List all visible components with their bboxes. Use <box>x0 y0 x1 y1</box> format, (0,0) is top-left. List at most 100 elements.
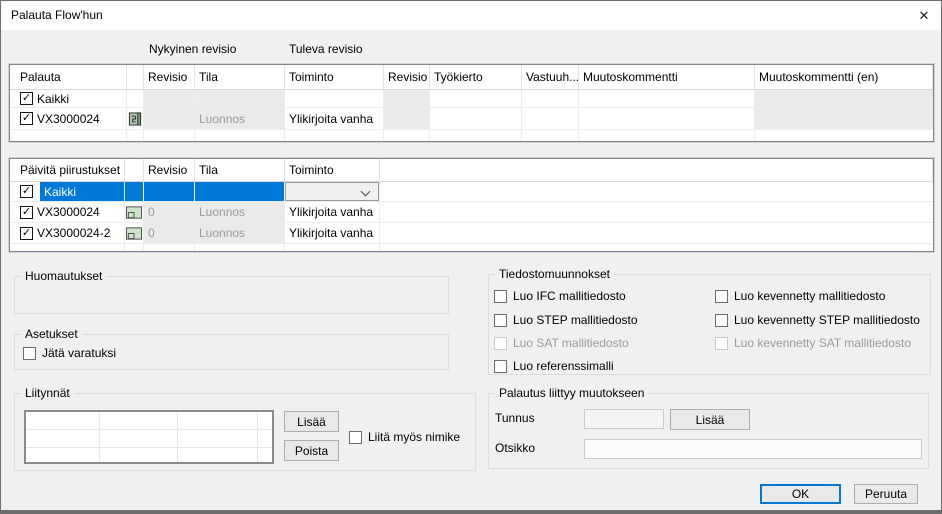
toiminto-cell[interactable]: Ylikirjoita vanha <box>285 202 380 222</box>
column-header-paivita[interactable]: Päivitä piirustukset <box>10 159 125 181</box>
otsikko-field[interactable] <box>584 439 922 459</box>
luo-kevennetty-sat-checkbox-row: Luo kevennetty SAT mallitiedosto <box>715 336 911 350</box>
luo-sat-checkbox <box>494 337 507 350</box>
column-header-filler <box>380 159 933 181</box>
column-header-muutoskommentti-en[interactable]: Muutoskommentti (en) <box>755 65 933 89</box>
column-header-revisio2[interactable]: Revisio <box>384 65 430 89</box>
luo-ifc-checkbox[interactable] <box>494 290 507 303</box>
table-row[interactable]: ✓ VX3000024-2 0 Luonnos Ylikirjoita vanh… <box>10 223 933 244</box>
drawing-icon <box>125 223 144 243</box>
palauta-table: Palauta Revisio Tila Toiminto Revisio Ty… <box>9 64 934 142</box>
column-header-palauta[interactable]: Palauta <box>10 65 127 89</box>
luo-ifc-checkbox-row[interactable]: Luo IFC mallitiedosto <box>494 289 626 303</box>
table-row-selected[interactable]: ✓ Kaikki <box>10 182 933 202</box>
empty-cell <box>195 130 285 141</box>
column-header-revisio[interactable]: Revisio <box>144 65 195 89</box>
ok-button[interactable]: OK <box>760 484 841 504</box>
luo-step-label: Luo STEP mallitiedosto <box>513 313 638 327</box>
luo-referenssimalli-label: Luo referenssimalli <box>513 359 614 373</box>
filler-cell <box>380 182 933 201</box>
luo-kevennetty-checkbox[interactable] <box>715 290 728 303</box>
current-revision-label: Nykyinen revisio <box>149 42 236 56</box>
dialog-title: Palauta Flow'hun <box>11 1 103 30</box>
table-row[interactable]: ✓ Kaikki <box>10 90 933 108</box>
toiminto-cell[interactable]: Ylikirjoita vanha <box>285 223 380 243</box>
tiedostomuunnokset-group: Tiedostomuunnokset Luo IFC mallitiedosto… <box>488 274 931 375</box>
column-header-tila[interactable]: Tila <box>195 159 285 181</box>
column-header-icon[interactable] <box>127 65 144 89</box>
column-header-toiminto[interactable]: Toiminto <box>285 159 380 181</box>
liita-myos-nimike-checkbox[interactable] <box>349 431 362 444</box>
asetukset-label: Asetukset <box>21 327 82 341</box>
toiminto-dropdown[interactable] <box>285 182 379 201</box>
row-name-cell: ✓ VX3000024 <box>10 108 127 129</box>
column-header-vastuuhenkilo[interactable]: Vastuuh... <box>522 65 579 89</box>
huomautukset-label: Huomautukset <box>21 269 106 283</box>
row-checkbox[interactable]: ✓ <box>20 227 33 240</box>
liita-myos-nimike-checkbox-row[interactable]: Liitä myös nimike <box>349 430 460 444</box>
toiminto-cell[interactable]: Ylikirjoita vanha <box>285 108 384 129</box>
jata-varatuksi-checkbox[interactable] <box>23 347 36 360</box>
luo-step-checkbox-row[interactable]: Luo STEP mallitiedosto <box>494 313 638 327</box>
grid-line <box>99 412 100 462</box>
luo-sat-label: Luo SAT mallitiedosto <box>513 336 629 350</box>
luo-kevennetty-label: Luo kevennetty mallitiedosto <box>734 289 885 303</box>
revisio-cell <box>144 90 195 107</box>
grid-line <box>26 447 272 448</box>
row-checkbox[interactable]: ✓ <box>20 112 33 125</box>
luo-kevennetty-sat-checkbox <box>715 337 728 350</box>
luo-referenssimalli-checkbox-row[interactable]: Luo referenssimalli <box>494 359 614 373</box>
row-icon-cell <box>125 182 144 201</box>
luo-referenssimalli-checkbox[interactable] <box>494 360 507 373</box>
paivita-piirustukset-table: Päivitä piirustukset Revisio Tila Toimin… <box>9 158 934 252</box>
luo-step-checkbox[interactable] <box>494 314 507 327</box>
column-header-muutoskommentti[interactable]: Muutoskommentti <box>579 65 755 89</box>
row-checkbox[interactable]: ✓ <box>20 185 33 198</box>
column-header-tyokierto[interactable]: Työkierto <box>430 65 522 89</box>
lisaa-muutos-button[interactable]: Lisää <box>670 409 750 430</box>
peruuta-button[interactable]: Peruuta <box>854 484 918 504</box>
empty-cell <box>285 244 380 251</box>
liitynnat-list[interactable] <box>24 410 274 464</box>
paivita-table-header: Päivitä piirustukset Revisio Tila Toimin… <box>10 159 933 182</box>
part-icon <box>127 108 144 129</box>
poista-button[interactable]: Poista <box>284 440 339 461</box>
empty-cell <box>579 130 755 141</box>
liitynnat-label: Liitynnät <box>21 386 74 400</box>
luo-kevennetty-step-checkbox-row[interactable]: Luo kevennetty STEP mallitiedosto <box>715 313 920 327</box>
row-checkbox[interactable]: ✓ <box>20 92 33 105</box>
row-checkbox[interactable]: ✓ <box>20 206 33 219</box>
tunnus-field[interactable] <box>584 409 664 429</box>
close-icon[interactable]: ✕ <box>907 1 941 30</box>
grid-line <box>26 429 272 430</box>
luo-kevennetty-step-checkbox[interactable] <box>715 314 728 327</box>
dialog-palauta-flowhun: Palauta Flow'hun ✕ Nykyinen revisio Tule… <box>0 0 942 514</box>
luo-ifc-label: Luo IFC mallitiedosto <box>513 289 626 303</box>
empty-cell <box>380 244 933 251</box>
column-header-icon[interactable] <box>125 159 144 181</box>
row-name-cell: ✓ VX3000024-2 <box>10 223 125 243</box>
row-name-cell: ✓ VX3000024 <box>10 202 125 222</box>
row-name-cell: ✓ Kaikki <box>10 182 125 201</box>
muutoskommentti-cell <box>579 108 755 129</box>
revisio2-cell <box>384 90 430 107</box>
lisaa-button[interactable]: Lisää <box>284 411 339 432</box>
muutoskommentti-cell <box>579 90 755 107</box>
column-header-toiminto[interactable]: Toiminto <box>285 65 384 89</box>
luo-sat-checkbox-row: Luo SAT mallitiedosto <box>494 336 629 350</box>
table-row[interactable]: ✓ VX3000024 Luonnos Ylikirjoita vanha <box>10 108 933 130</box>
luo-kevennetty-checkbox-row[interactable]: Luo kevennetty mallitiedosto <box>715 289 885 303</box>
huomautukset-group: Huomautukset <box>14 276 449 314</box>
drawing-icon <box>125 202 144 222</box>
tila-cell <box>195 182 285 201</box>
empty-cell <box>144 244 195 251</box>
jata-varatuksi-checkbox-row[interactable]: Jätä varatuksi <box>23 346 116 360</box>
empty-cell <box>195 244 285 251</box>
empty-cell <box>10 244 125 251</box>
column-header-tila[interactable]: Tila <box>195 65 285 89</box>
column-header-revisio[interactable]: Revisio <box>144 159 195 181</box>
chevron-down-icon <box>361 187 371 197</box>
empty-cell <box>522 130 579 141</box>
table-row[interactable]: ✓ VX3000024 0 Luonnos Ylikirjoita vanha <box>10 202 933 223</box>
tila-cell <box>195 90 285 107</box>
